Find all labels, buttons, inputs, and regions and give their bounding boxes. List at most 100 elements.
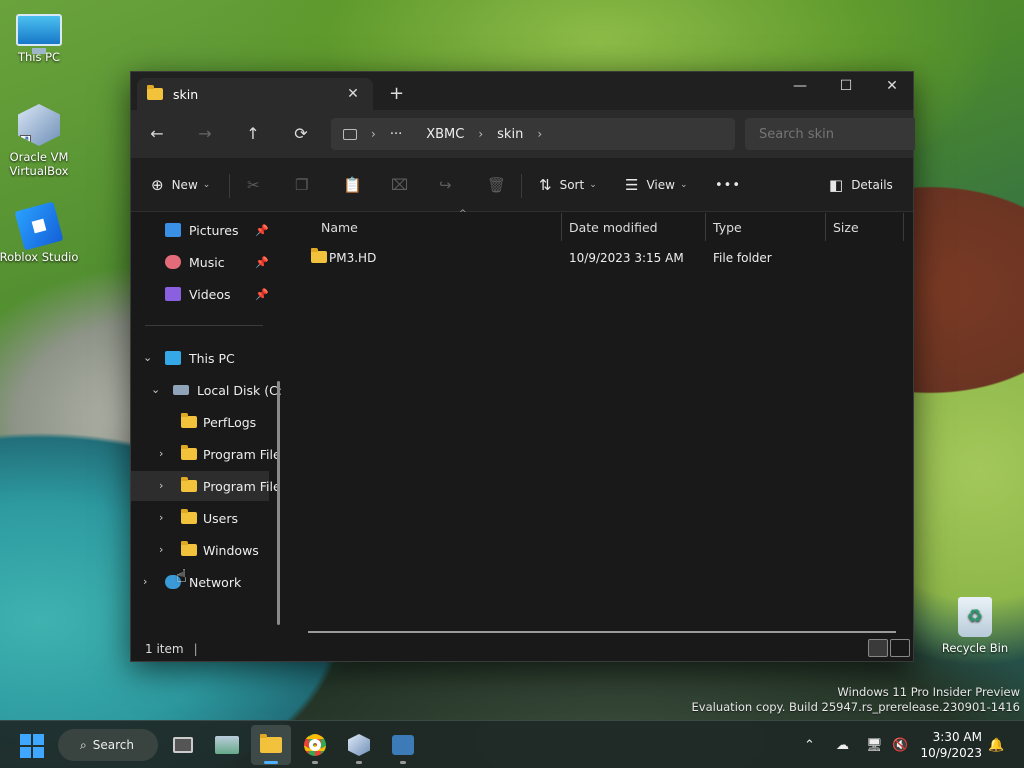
show-hidden-icons-button[interactable]: ⌃ xyxy=(804,721,815,768)
back-button[interactable]: ← xyxy=(139,118,175,150)
desktop-icon-roblox-studio[interactable]: Roblox Studio xyxy=(0,201,80,264)
pictures-icon xyxy=(165,223,181,237)
file-row[interactable]: PM3.HD 10/9/2023 3:15 AM File folder xyxy=(303,245,903,271)
sidebar-item-music[interactable]: Music 📌 xyxy=(165,247,269,277)
breadcrumb-skin[interactable]: skin xyxy=(497,127,523,142)
sidebar-item-pictures[interactable]: Pictures 📌 xyxy=(165,215,269,245)
desktop-icon-recycle-bin[interactable]: ♻ Recycle Bin xyxy=(934,597,1016,655)
view-button[interactable]: ☰ View ⌄ xyxy=(625,170,687,200)
details-view-button[interactable] xyxy=(868,639,888,657)
sort-label: Sort xyxy=(559,178,585,192)
chevron-right-icon[interactable]: › xyxy=(143,575,147,588)
onedrive-button[interactable]: ☁ xyxy=(836,721,849,768)
taskbar-app-ai[interactable] xyxy=(383,725,423,765)
tab-skin[interactable]: skin ✕ xyxy=(137,78,373,110)
new-tab-button[interactable]: + xyxy=(389,83,404,104)
network-status-button[interactable]: 🖥 xyxy=(866,721,883,768)
copy-icon: ❐ xyxy=(295,176,309,194)
folder-icon xyxy=(181,413,197,428)
new-button[interactable]: ⊕ New ⌄ xyxy=(151,170,210,200)
column-divider[interactable] xyxy=(903,213,904,241)
shortcut-arrow-icon: ↗ xyxy=(20,135,31,146)
taskbar: ⌕ Search ⌃ ☁ 🖥 🔇 3:30 AM 10/9/2023 🔔 xyxy=(0,720,1024,768)
column-divider[interactable] xyxy=(825,213,826,241)
sidebar-item-this-pc[interactable]: This PC xyxy=(165,343,235,373)
column-label: Date modified xyxy=(569,219,658,235)
sidebar-item-local-disk[interactable]: Local Disk (C:) xyxy=(173,375,281,405)
taskbar-app-chrome[interactable] xyxy=(295,725,335,765)
copy-button[interactable]: ❐ xyxy=(295,170,316,200)
ai-app-icon xyxy=(392,735,414,755)
plus-circle-icon: ⊕ xyxy=(151,176,164,194)
paste-button[interactable]: 📋 xyxy=(343,170,370,200)
start-button[interactable] xyxy=(20,734,44,758)
tab-close-icon[interactable]: ✕ xyxy=(343,86,363,102)
column-header-name[interactable]: Name ^ xyxy=(315,209,561,241)
sort-button[interactable]: ⇅ Sort ⌄ xyxy=(539,170,597,200)
sidebar-item-program-files-x86-label[interactable]: Program File xyxy=(181,471,281,501)
chevron-right-icon[interactable]: › xyxy=(159,447,163,460)
sidebar-item-windows[interactable]: Windows xyxy=(181,535,259,565)
up-button[interactable]: ↑ xyxy=(235,118,271,150)
volume-button[interactable]: 🔇 xyxy=(892,721,908,768)
large-icons-view-button[interactable] xyxy=(890,639,910,657)
chevron-down-icon[interactable]: ⌄ xyxy=(151,383,160,396)
maximize-button[interactable]: ☐ xyxy=(823,72,869,102)
taskbar-app-stock[interactable] xyxy=(207,725,247,765)
address-bar[interactable]: › ··· XBMC › skin › xyxy=(331,118,735,150)
details-pane-button[interactable]: ◧ Details xyxy=(829,170,893,200)
column-divider[interactable] xyxy=(705,213,706,241)
folder-icon xyxy=(181,445,197,460)
close-button[interactable]: ✕ xyxy=(869,72,915,102)
horizontal-scrollbar[interactable] xyxy=(308,631,896,633)
pin-icon[interactable]: 📌 xyxy=(255,224,269,237)
music-icon xyxy=(165,255,181,269)
column-divider[interactable] xyxy=(561,213,562,241)
chevron-down-icon[interactable]: ⌄ xyxy=(143,351,152,364)
running-indicator xyxy=(356,761,362,764)
taskbar-search[interactable]: ⌕ Search xyxy=(58,729,158,761)
command-bar: ⊕ New ⌄ ✂ ❐ 📋 ⌧ ↪ 🗑 ⇅ Sort ⌄ ☰ View ⌄ ••… xyxy=(131,158,913,212)
breadcrumb-xbmc[interactable]: XBMC xyxy=(426,127,464,142)
pin-icon[interactable]: 📌 xyxy=(255,256,269,269)
refresh-button[interactable]: ⟳ xyxy=(283,118,319,150)
clock[interactable]: 3:30 AM 10/9/2023 xyxy=(920,729,982,761)
delete-button[interactable]: 🗑 xyxy=(487,170,514,200)
taskbar-app-virtualbox[interactable] xyxy=(339,725,379,765)
divider xyxy=(145,325,263,326)
notifications-button[interactable]: 🔔 xyxy=(988,721,1004,768)
sidebar-label: Windows xyxy=(203,542,259,558)
item-count: 1 item xyxy=(145,642,184,656)
sidebar-item-users[interactable]: Users xyxy=(181,503,238,533)
share-button[interactable]: ↪ xyxy=(439,170,460,200)
volume-muted-icon: 🔇 xyxy=(892,737,909,753)
sidebar-item-perflogs[interactable]: PerfLogs xyxy=(181,407,256,437)
minimize-button[interactable]: — xyxy=(777,72,823,102)
column-header-date-modified[interactable]: Date modified xyxy=(563,213,705,241)
sidebar-item-program-files[interactable]: Program File xyxy=(181,439,281,469)
drive-icon xyxy=(173,385,189,395)
chevron-right-icon: › xyxy=(371,127,376,141)
breadcrumb-more[interactable]: ··· xyxy=(390,127,402,142)
column-header-type[interactable]: Type xyxy=(707,213,825,241)
sidebar-scrollbar[interactable] xyxy=(277,381,280,625)
forward-button[interactable]: → xyxy=(187,118,223,150)
status-divider: | xyxy=(193,642,198,656)
taskbar-app-file-explorer[interactable] xyxy=(251,725,291,765)
chevron-right-icon[interactable]: › xyxy=(159,543,163,556)
rename-button[interactable]: ⌧ xyxy=(391,170,416,200)
pin-icon[interactable]: 📌 xyxy=(255,288,269,301)
search-label: Search xyxy=(92,738,134,752)
view-label: View xyxy=(646,178,675,192)
desktop-icon-this-pc[interactable]: This PC xyxy=(0,8,80,64)
chevron-right-icon[interactable]: › xyxy=(159,511,163,524)
search-input[interactable] xyxy=(745,118,915,150)
task-view-button[interactable] xyxy=(163,725,203,765)
cut-button[interactable]: ✂ xyxy=(247,170,268,200)
sidebar-label: PerfLogs xyxy=(203,414,257,430)
sidebar-item-videos[interactable]: Videos 📌 xyxy=(165,279,269,309)
more-options-button[interactable]: ••• xyxy=(715,170,741,200)
column-header-size[interactable]: Size xyxy=(827,213,903,241)
desktop-icon-virtualbox[interactable]: ↗ Oracle VM VirtualBox xyxy=(0,104,80,178)
chevron-right-icon[interactable]: › xyxy=(159,479,163,492)
